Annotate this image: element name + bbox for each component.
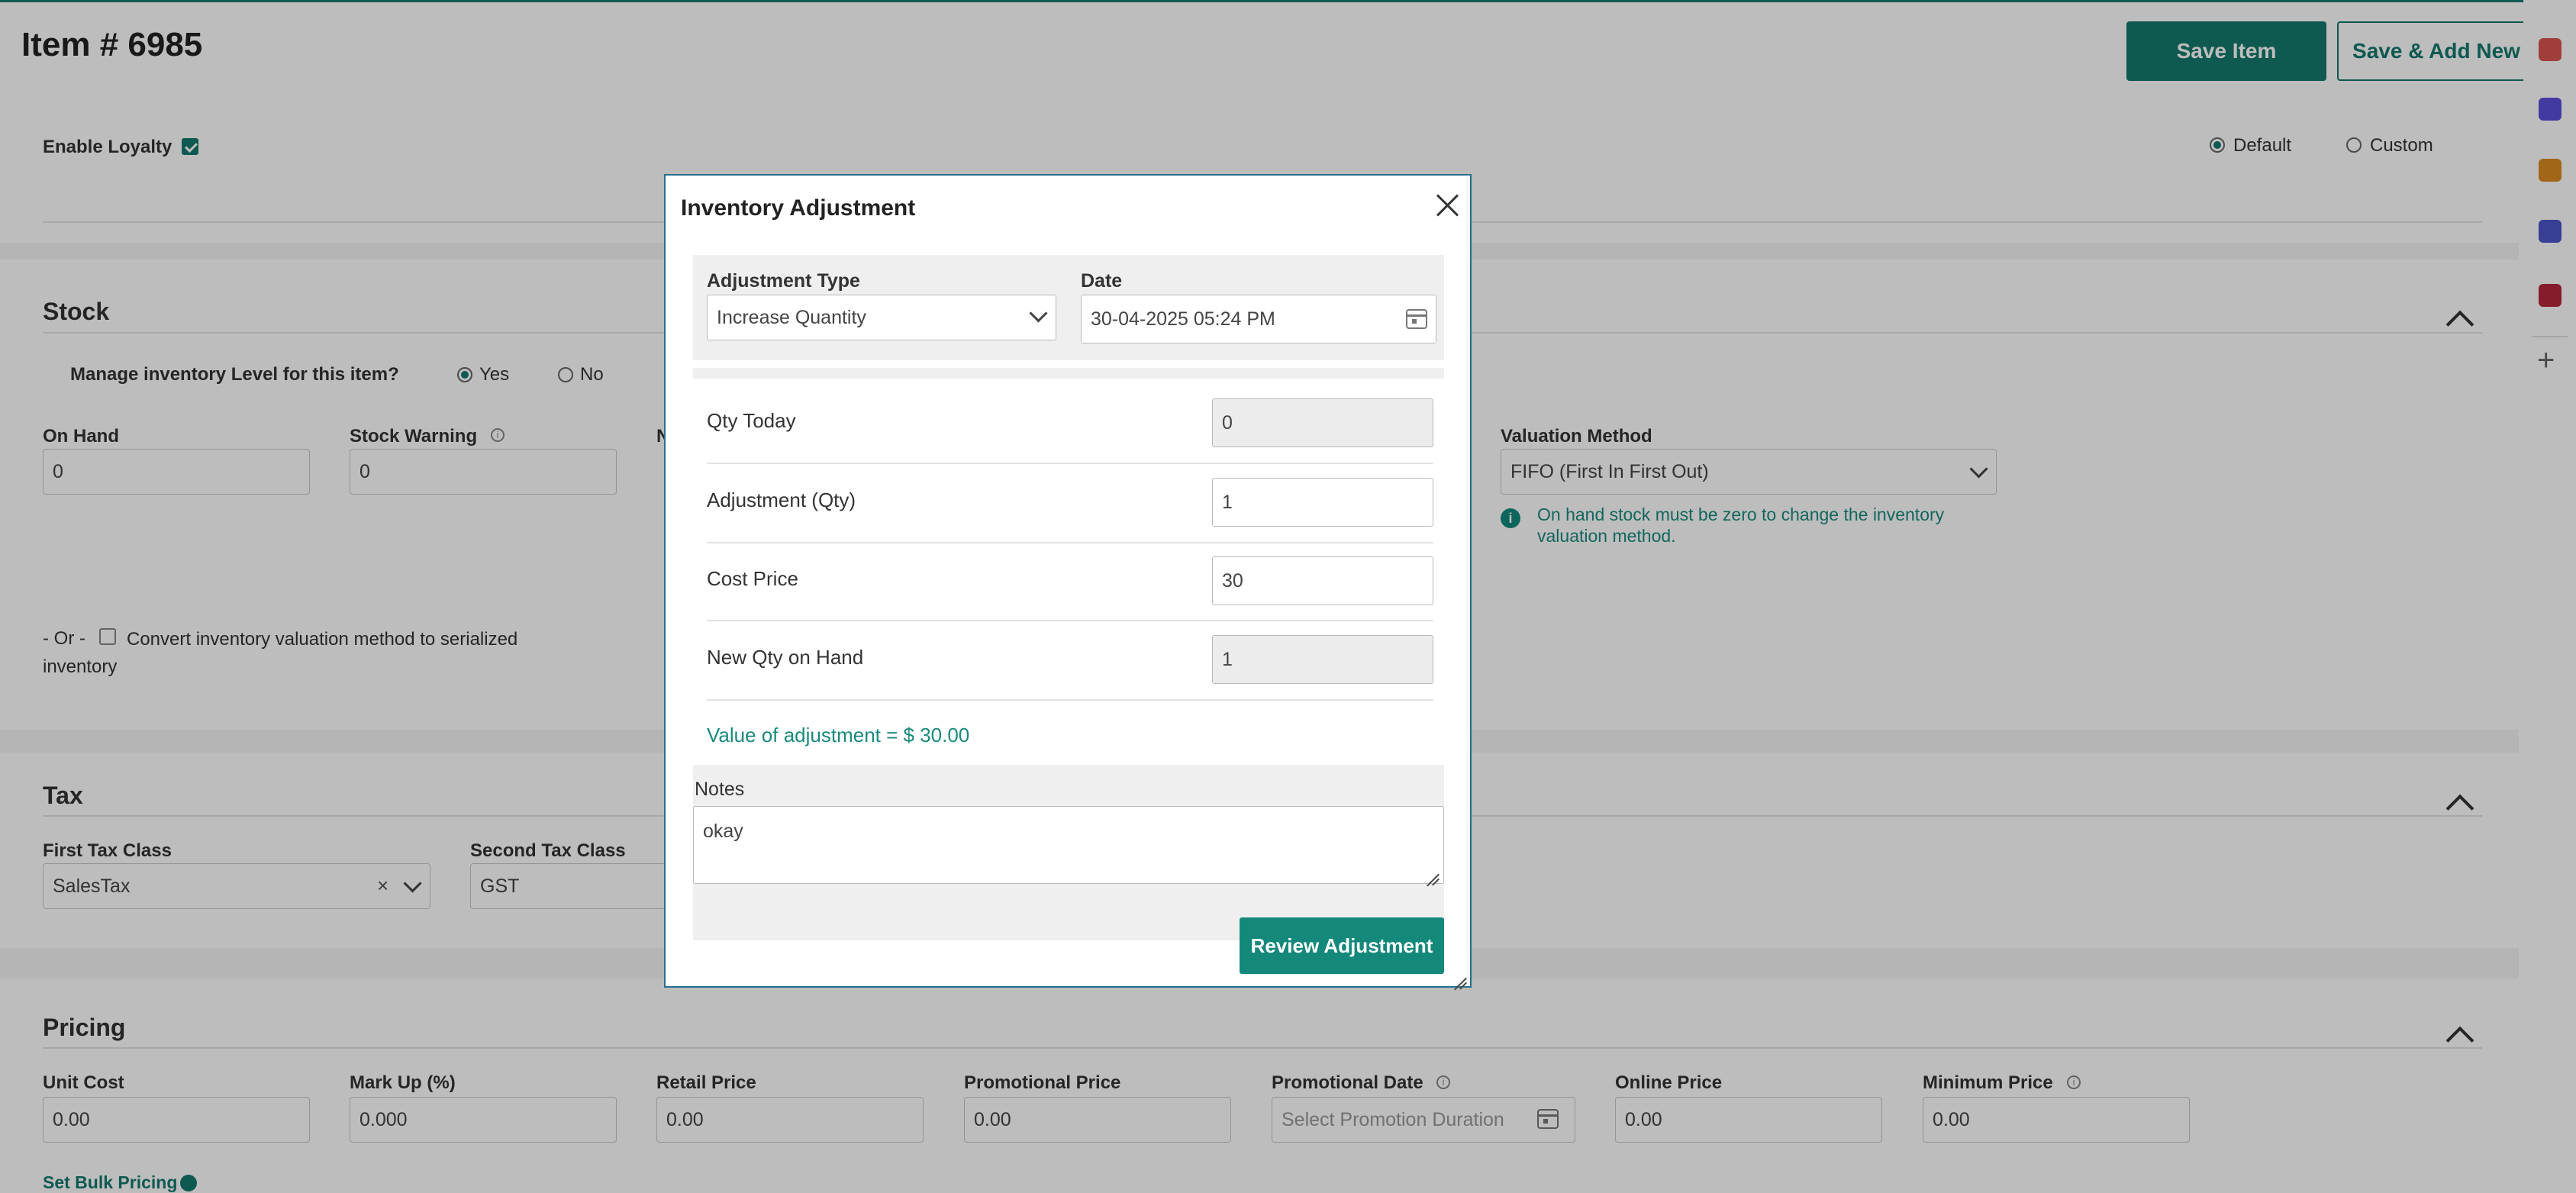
row-divider xyxy=(707,542,1433,543)
notes-textarea[interactable]: okay xyxy=(693,806,1444,884)
qty-today-label: Qty Today xyxy=(707,409,796,432)
row-divider xyxy=(707,463,1433,464)
notes-label: Notes xyxy=(695,779,745,800)
new-qty-input: 1 xyxy=(1212,635,1433,684)
row-divider xyxy=(707,699,1433,701)
date-input[interactable]: 30-04-2025 05:24 PM xyxy=(1081,295,1436,343)
qty-today-input: 0 xyxy=(1212,398,1433,447)
adjustment-qty-input[interactable]: 1 xyxy=(1212,478,1433,527)
dialog-title: Inventory Adjustment xyxy=(681,195,916,221)
date-label: Date xyxy=(1081,270,1123,292)
close-icon[interactable] xyxy=(1435,192,1461,218)
textarea-resize-icon[interactable] xyxy=(1424,864,1441,881)
adjustment-qty-label: Adjustment (Qty) xyxy=(707,488,856,511)
adjustment-type-select[interactable]: Increase Quantity xyxy=(707,295,1056,340)
cost-price-input[interactable]: 30 xyxy=(1212,556,1433,605)
new-qty-label: New Qty on Hand xyxy=(707,646,864,669)
date-value: 30-04-2025 05:24 PM xyxy=(1091,308,1275,330)
calendar-icon[interactable] xyxy=(1406,309,1427,329)
cost-price-label: Cost Price xyxy=(707,567,798,590)
row-divider xyxy=(707,620,1433,621)
adjustment-type-label: Adjustment Type xyxy=(707,270,860,292)
dialog-resize-icon[interactable] xyxy=(1452,968,1469,985)
adjustment-type-value: Increase Quantity xyxy=(717,306,866,328)
adjustment-value-text: Value of adjustment = $ 30.00 xyxy=(707,724,970,746)
review-adjustment-button[interactable]: Review Adjustment xyxy=(1240,917,1444,974)
inventory-adjustment-dialog: Inventory Adjustment Adjustment Type Inc… xyxy=(664,174,1472,988)
